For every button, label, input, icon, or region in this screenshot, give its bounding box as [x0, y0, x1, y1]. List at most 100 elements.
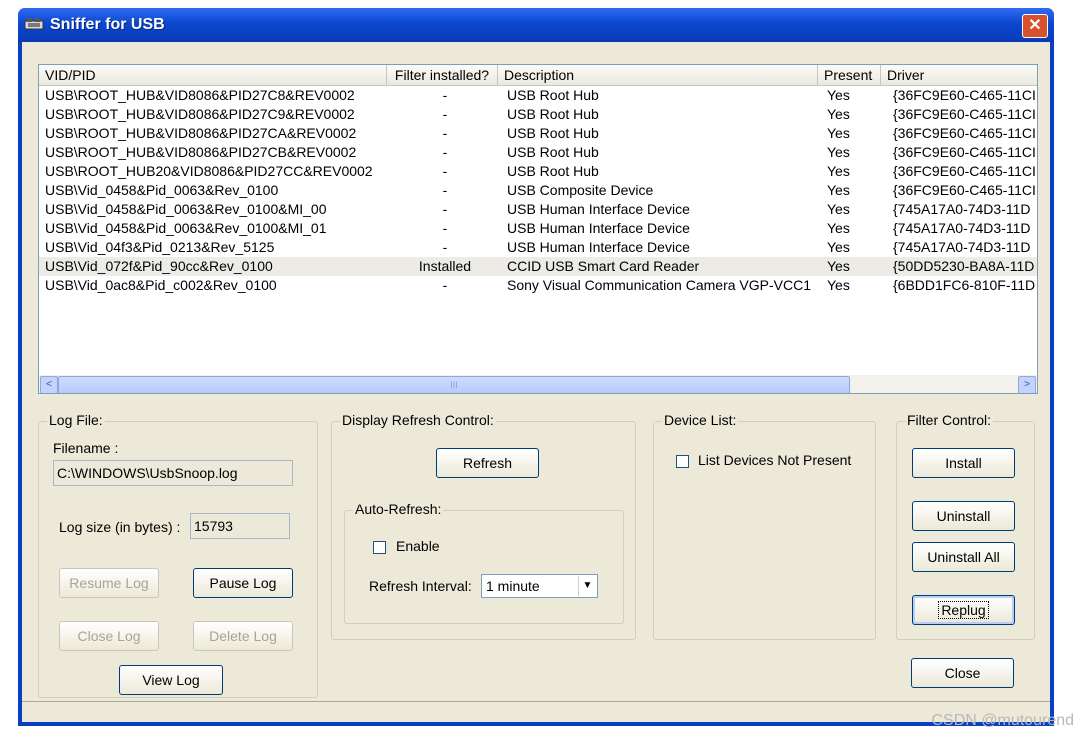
- refresh-control-group: Display Refresh Control: Refresh Auto-Re…: [331, 412, 636, 640]
- cell-filter-installed: -: [442, 125, 448, 141]
- cell-driver: {36FC9E60-C465-11CI: [893, 182, 1036, 198]
- enable-checkbox[interactable]: [373, 541, 386, 554]
- filter-control-group: Filter Control: Install Uninstall Uninst…: [896, 412, 1035, 640]
- column-driver[interactable]: Driver: [881, 65, 1037, 85]
- title-bar[interactable]: Sniffer for USB ✕: [18, 8, 1054, 42]
- table-row[interactable]: USB\Vid_04f3&Pid_0213&Rev_5125 - USB Human…: [39, 238, 1037, 257]
- cell-present: Yes: [827, 144, 850, 160]
- cell-description: USB Root Hub: [507, 87, 599, 103]
- table-row[interactable]: USB\ROOT_HUB&VID8086&PID27C8&REV0002 - USB…: [39, 86, 1037, 105]
- watermark: CSDN @mutourend: [931, 712, 1074, 729]
- cell-vid-pid: USB\Vid_0458&Pid_0063&Rev_0100: [45, 182, 279, 198]
- table-row[interactable]: USB\Vid_0458&Pid_0063&Rev_0100&MI_01 - USB…: [39, 219, 1037, 238]
- cell-filter-installed: -: [442, 239, 448, 255]
- cell-driver: {745A17A0-74D3-11D: [893, 220, 1031, 236]
- chevron-down-icon[interactable]: ▼: [578, 576, 596, 596]
- refresh-button[interactable]: Refresh: [436, 448, 539, 478]
- filename-field[interactable]: C:\WINDOWS\UsbSnoop.log: [53, 460, 293, 486]
- list-not-present-label: List Devices Not Present: [698, 452, 852, 468]
- list-header: VID/PID Filter installed? Description Pr…: [39, 65, 1037, 86]
- usb-app-icon: [24, 18, 44, 30]
- table-row[interactable]: USB\ROOT_HUB&VID8086&PID27CA&REV0002 - USB…: [39, 124, 1037, 143]
- auto-refresh-group: Auto-Refresh: Enable Refresh Interval: 1…: [344, 501, 624, 624]
- filter-control-label: Filter Control:: [905, 412, 994, 428]
- table-row[interactable]: USB\Vid_0458&Pid_0063&Rev_0100&MI_00 - USB…: [39, 200, 1037, 219]
- column-present[interactable]: Present: [818, 65, 881, 85]
- replug-label: Replug: [938, 601, 989, 619]
- log-size-field[interactable]: 15793: [190, 513, 290, 539]
- cell-filter-installed: Installed: [418, 258, 472, 274]
- cell-present: Yes: [827, 182, 850, 198]
- cell-vid-pid: USB\ROOT_HUB&VID8086&PID27CB&REV0002: [45, 144, 357, 160]
- table-row[interactable]: USB\Vid_0ac8&Pid_c002&Rev_0100 - Sony Visu…: [39, 276, 1037, 295]
- cell-description: USB Root Hub: [507, 163, 599, 179]
- cell-present: Yes: [827, 125, 850, 141]
- device-list-view[interactable]: VID/PID Filter installed? Description Pr…: [38, 64, 1038, 394]
- cell-description: USB Human Interface Device: [507, 239, 690, 255]
- window-title: Sniffer for USB: [50, 16, 165, 33]
- cell-vid-pid: USB\Vid_04f3&Pid_0213&Rev_5125: [45, 239, 275, 255]
- cell-filter-installed: -: [442, 144, 448, 160]
- cell-vid-pid: USB\ROOT_HUB20&VID8086&PID27CC&REV0002: [45, 163, 373, 179]
- cell-description: USB Root Hub: [507, 144, 599, 160]
- cell-driver: {745A17A0-74D3-11D: [893, 239, 1031, 255]
- cell-vid-pid: USB\ROOT_HUB&VID8086&PID27C8&REV0002: [45, 87, 355, 103]
- table-row[interactable]: USB\ROOT_HUB&VID8086&PID27CB&REV0002 - USB…: [39, 143, 1037, 162]
- client-area: VID/PID Filter installed? Description Pr…: [22, 42, 1050, 722]
- view-log-button[interactable]: View Log: [119, 665, 223, 695]
- column-filter-installed[interactable]: Filter installed?: [387, 65, 498, 85]
- refresh-interval-select[interactable]: 1 minute ▼: [481, 574, 598, 598]
- cell-vid-pid: USB\Vid_0458&Pid_0063&Rev_0100&MI_01: [45, 220, 327, 236]
- column-description[interactable]: Description: [498, 65, 818, 85]
- cell-present: Yes: [827, 258, 850, 274]
- cell-driver: {36FC9E60-C465-11CI: [893, 106, 1036, 122]
- app-window: Sniffer for USB ✕ VID/PID Filter install…: [18, 8, 1054, 726]
- cell-description: USB Human Interface Device: [507, 220, 690, 236]
- resume-log-button[interactable]: Resume Log: [59, 568, 159, 598]
- log-file-group: Log File: Filename : C:\WINDOWS\UsbSnoop…: [38, 412, 318, 698]
- cell-vid-pid: USB\Vid_0ac8&Pid_c002&Rev_0100: [45, 277, 277, 293]
- cell-driver: {6BDD1FC6-810F-11D: [893, 277, 1036, 293]
- table-row[interactable]: USB\ROOT_HUB20&VID8086&PID27CC&REV0002 - U…: [39, 162, 1037, 181]
- close-button[interactable]: Close: [911, 658, 1014, 688]
- cell-filter-installed: -: [442, 220, 448, 236]
- delete-log-button[interactable]: Delete Log: [193, 621, 293, 651]
- log-file-label: Log File:: [47, 412, 105, 428]
- device-list-label: Device List:: [662, 412, 739, 428]
- cell-description: USB Root Hub: [507, 106, 599, 122]
- table-row[interactable]: USB\Vid_072f&Pid_90cc&Rev_0100 Installed C…: [39, 257, 1037, 276]
- scroll-thumb[interactable]: III: [58, 376, 850, 393]
- close-log-button[interactable]: Close Log: [59, 621, 159, 651]
- cell-filter-installed: -: [442, 201, 448, 217]
- cell-vid-pid: USB\Vid_0458&Pid_0063&Rev_0100&MI_00: [45, 201, 327, 217]
- cell-driver: {50DD5230-BA8A-11D: [893, 258, 1035, 274]
- scroll-left-icon[interactable]: <: [40, 376, 58, 393]
- list-not-present-checkbox[interactable]: [676, 455, 689, 468]
- cell-driver: {36FC9E60-C465-11CI: [893, 163, 1036, 179]
- uninstall-button[interactable]: Uninstall: [912, 501, 1015, 531]
- cell-driver: {36FC9E60-C465-11CI: [893, 144, 1036, 160]
- cell-filter-installed: -: [442, 277, 448, 293]
- column-vid-pid[interactable]: VID/PID: [39, 65, 387, 85]
- scroll-right-icon[interactable]: >: [1018, 376, 1036, 393]
- cell-present: Yes: [827, 201, 850, 217]
- cell-description: Sony Visual Communication Camera VGP-VCC…: [507, 277, 811, 293]
- cell-vid-pid: USB\Vid_072f&Pid_90cc&Rev_0100: [45, 258, 273, 274]
- table-row[interactable]: USB\Vid_0458&Pid_0063&Rev_0100 - USB Compo…: [39, 181, 1037, 200]
- cell-description: USB Human Interface Device: [507, 201, 690, 217]
- cell-filter-installed: -: [442, 163, 448, 179]
- cell-description: USB Root Hub: [507, 125, 599, 141]
- uninstall-all-button[interactable]: Uninstall All: [912, 542, 1015, 572]
- refresh-interval-value: 1 minute: [486, 578, 540, 594]
- cell-present: Yes: [827, 239, 850, 255]
- window-close-button[interactable]: ✕: [1022, 14, 1048, 38]
- horizontal-scrollbar[interactable]: < III >: [39, 375, 1037, 393]
- cell-driver: {745A17A0-74D3-11D: [893, 201, 1031, 217]
- cell-description: CCID USB Smart Card Reader: [507, 258, 700, 274]
- install-button[interactable]: Install: [912, 448, 1015, 478]
- table-row[interactable]: USB\ROOT_HUB&VID8086&PID27C9&REV0002 - USB…: [39, 105, 1037, 124]
- cell-present: Yes: [827, 277, 850, 293]
- replug-button[interactable]: Replug: [912, 595, 1015, 625]
- filename-label: Filename :: [53, 440, 119, 456]
- pause-log-button[interactable]: Pause Log: [193, 568, 293, 598]
